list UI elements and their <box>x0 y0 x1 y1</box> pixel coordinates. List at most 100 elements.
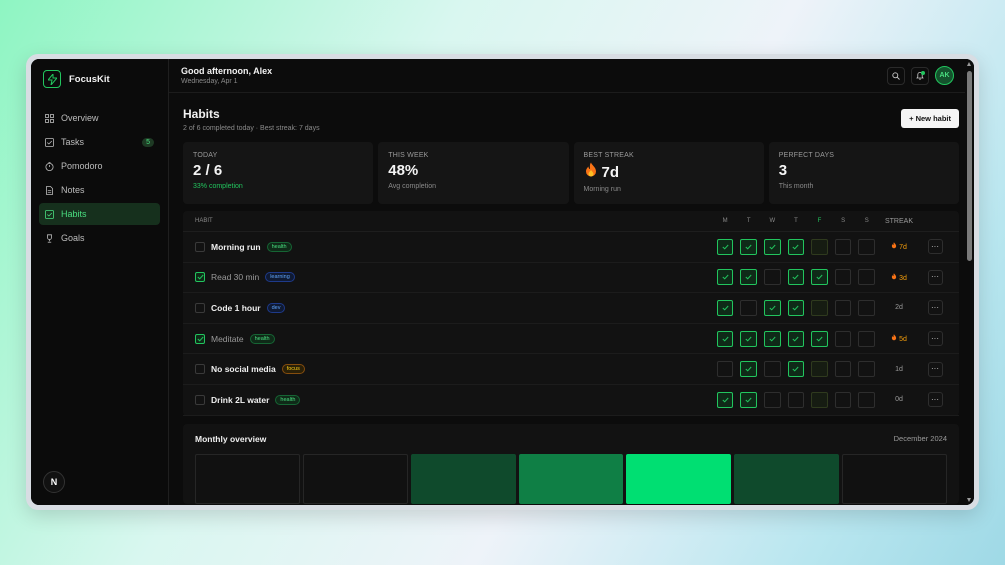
day-cell[interactable] <box>787 299 805 316</box>
scroll-up-arrow[interactable] <box>967 62 971 66</box>
day-cell[interactable] <box>787 330 805 347</box>
more-options-button[interactable]: ··· <box>927 269 943 285</box>
habit-tag: dev <box>266 302 286 313</box>
streak-value: 1d <box>895 365 903 373</box>
day-cell[interactable] <box>858 299 875 316</box>
day-cell[interactable] <box>834 361 852 378</box>
day-cell[interactable] <box>787 361 805 378</box>
day-cell[interactable] <box>716 299 734 316</box>
scroll-thumb[interactable] <box>967 71 972 261</box>
habit-checkbox[interactable] <box>195 241 205 252</box>
habit-checkbox[interactable] <box>195 272 205 283</box>
more-options-button[interactable]: ··· <box>927 239 943 255</box>
sidebar-item-label: Tasks <box>61 137 85 147</box>
habit-name: Meditate <box>211 333 244 344</box>
habit-name: Morning run <box>211 241 261 252</box>
day-cell[interactable] <box>764 361 781 378</box>
habit-checkbox[interactable] <box>195 333 205 344</box>
content: Habits 2 of 6 completed today · Best str… <box>169 93 974 504</box>
day-cell[interactable] <box>716 330 734 347</box>
day-cell[interactable] <box>740 269 758 286</box>
habit-checkbox[interactable] <box>195 302 205 313</box>
search-icon <box>892 71 900 80</box>
more-options-button[interactable]: ··· <box>927 300 943 316</box>
habit-checkbox[interactable] <box>195 364 205 375</box>
sidebar-item-goals[interactable]: Goals <box>39 227 160 249</box>
streak-value: 5d <box>899 336 907 344</box>
day-cell[interactable] <box>858 391 875 408</box>
day-cell[interactable] <box>716 269 734 286</box>
day-cell[interactable] <box>811 361 828 378</box>
table-row[interactable]: Code 1 hour dev 2d ··· <box>183 293 959 324</box>
habit-tag: health <box>266 241 292 252</box>
day-cell[interactable] <box>716 361 734 378</box>
notification-dot <box>921 70 925 75</box>
sidebar-item-tasks[interactable]: Tasks 5 <box>39 131 160 153</box>
day-cell[interactable] <box>787 391 805 408</box>
day-cell[interactable] <box>834 330 852 347</box>
more-options-button[interactable]: ··· <box>927 392 943 408</box>
sidebar-item-notes[interactable]: Notes <box>39 179 160 201</box>
monthly-period[interactable]: December 2024 <box>894 434 947 443</box>
day-cell[interactable] <box>858 269 875 286</box>
app-window: FocusKit Overview Tasks 5 Pomodoro Notes Habi… <box>31 59 974 505</box>
new-habit-button[interactable]: + New habit <box>901 109 959 128</box>
day-cell[interactable] <box>811 299 828 316</box>
day-cell[interactable] <box>834 299 852 316</box>
habit-name: No social media <box>211 364 276 375</box>
heatmap-cell <box>842 453 948 504</box>
more-options-button[interactable]: ··· <box>927 361 943 377</box>
stat-value-wrap: 3 <box>779 162 949 179</box>
user-avatar[interactable]: AK <box>935 66 954 85</box>
day-cell[interactable] <box>858 330 875 347</box>
day-cell[interactable] <box>811 238 828 255</box>
day-cell[interactable] <box>740 391 758 408</box>
sidebar-item-overview[interactable]: Overview <box>39 107 160 129</box>
day-cell[interactable] <box>811 391 828 408</box>
day-cell[interactable] <box>740 361 758 378</box>
day-cell[interactable] <box>787 269 805 286</box>
day-cell[interactable] <box>764 299 781 316</box>
notifications-button[interactable] <box>911 66 929 85</box>
search-button[interactable] <box>887 66 905 85</box>
sidebar-nav: Overview Tasks 5 Pomodoro Notes Habits Goals <box>31 107 168 249</box>
day-cell[interactable] <box>858 361 875 378</box>
brand[interactable]: FocusKit <box>31 59 168 99</box>
stat-value-wrap: 7d <box>584 162 754 182</box>
workspace-avatar[interactable]: N <box>43 471 65 493</box>
scrollbar[interactable] <box>965 59 974 505</box>
day-cell[interactable] <box>811 269 828 286</box>
table-row[interactable]: Morning run health 7d ··· <box>183 232 959 263</box>
day-cell[interactable] <box>716 238 734 255</box>
day-cell[interactable] <box>764 391 781 408</box>
stat-value-wrap: 48% <box>388 162 558 179</box>
scroll-down-arrow[interactable] <box>967 498 971 502</box>
day-cell[interactable] <box>787 238 805 255</box>
day-cell[interactable] <box>740 238 758 255</box>
day-cell[interactable] <box>834 269 852 286</box>
day-cell[interactable] <box>811 330 828 347</box>
day-cell[interactable] <box>740 299 758 316</box>
more-options-button[interactable]: ··· <box>927 331 943 347</box>
sidebar-item-pomodoro[interactable]: Pomodoro <box>39 155 160 177</box>
trophy-icon <box>45 233 54 243</box>
day-cell[interactable] <box>834 391 852 408</box>
sidebar-item-habits[interactable]: Habits <box>39 203 160 225</box>
habit-checkbox[interactable] <box>195 394 205 405</box>
day-cell[interactable] <box>764 269 781 286</box>
table-row[interactable]: Drink 2L water health 0d ··· <box>183 385 959 416</box>
timer-icon <box>45 161 54 171</box>
browser-frame: FocusKit Overview Tasks 5 Pomodoro Notes Habi… <box>26 54 979 510</box>
day-cell[interactable] <box>740 330 758 347</box>
table-row[interactable]: Read 30 min learning 3d ··· <box>183 263 959 294</box>
day-cell[interactable] <box>716 391 734 408</box>
check-square-icon <box>45 137 54 147</box>
table-row[interactable]: No social media focus 1d ··· <box>183 354 959 385</box>
stat-value: 2 / 6 <box>193 162 223 179</box>
table-row[interactable]: Meditate health 5d ··· <box>183 324 959 355</box>
day-cell[interactable] <box>834 238 852 255</box>
day-cell[interactable] <box>858 238 875 255</box>
day-cell[interactable] <box>764 330 781 347</box>
streak-value: 0d <box>895 396 903 404</box>
day-cell[interactable] <box>764 238 781 255</box>
